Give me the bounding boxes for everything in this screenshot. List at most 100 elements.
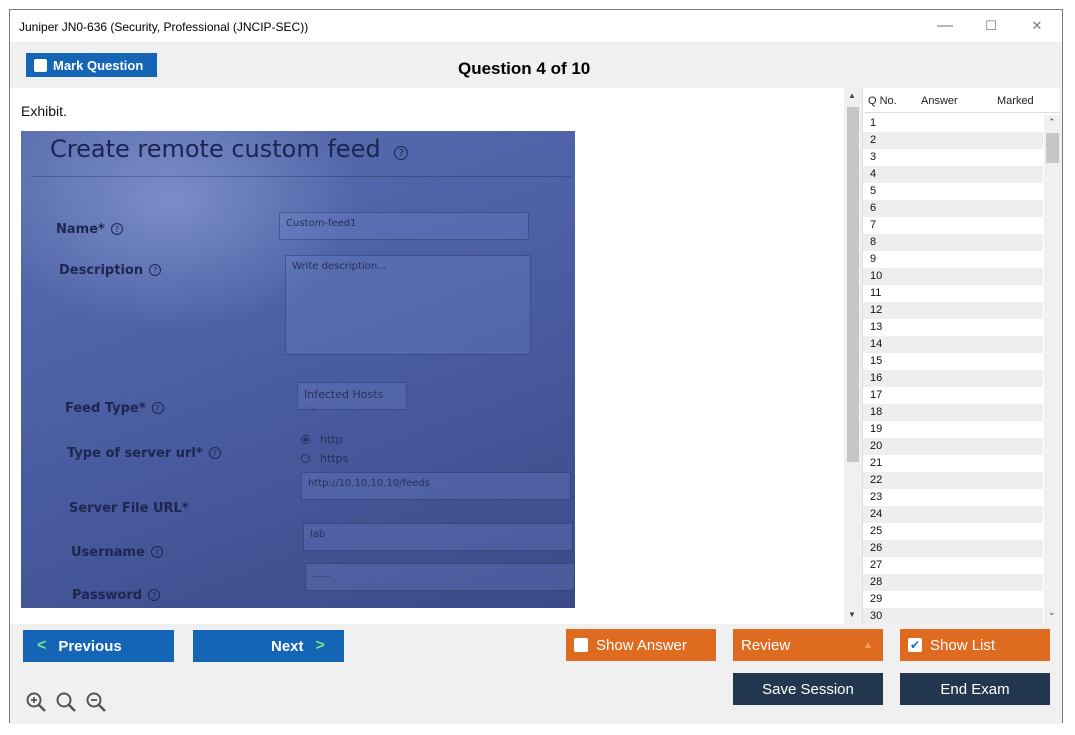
end-exam-button[interactable]: End Exam [900, 673, 1050, 705]
question-list-row[interactable]: 27 [863, 557, 1043, 574]
question-list-row[interactable]: 16 [863, 370, 1043, 387]
mark-question-label: Mark Question [53, 57, 144, 73]
photo-radio-http-label: http [320, 433, 343, 446]
exhibit-label: Exhibit. [21, 103, 67, 119]
question-list-scrollbar[interactable]: ⌃ ⌄ [1044, 115, 1061, 624]
exhibit-heading: Create remote custom feed ? [50, 135, 409, 163]
question-list-row[interactable]: 19 [863, 421, 1043, 438]
photo-description-label-text: Description [59, 263, 144, 278]
review-dropdown[interactable]: Review ▲ [733, 629, 883, 661]
photo-feed-type-select: Infected Hosts ⌵ [297, 382, 407, 414]
save-session-button[interactable]: Save Session [733, 673, 883, 705]
zoom-in-icon[interactable] [25, 691, 47, 719]
scroll-up-icon[interactable]: ▲ [848, 91, 856, 100]
content-scroll-thumb[interactable] [847, 107, 859, 462]
next-label: Next [271, 637, 304, 655]
question-list-row[interactable]: 11 [863, 285, 1043, 302]
help-icon: ? [148, 589, 161, 601]
previous-label: Previous [58, 637, 122, 655]
question-list-row[interactable]: 23 [863, 489, 1043, 506]
question-list-row[interactable]: 3 [863, 149, 1043, 166]
question-list-row[interactable]: 14 [863, 336, 1043, 353]
photo-username-label-text: Username [71, 545, 145, 560]
next-button[interactable]: Next > [193, 630, 344, 662]
zoom-out-icon[interactable] [85, 691, 107, 719]
question-list-row[interactable]: 12 [863, 302, 1043, 319]
question-list-row[interactable]: 21 [863, 455, 1043, 472]
question-list-row[interactable]: 24 [863, 506, 1043, 523]
column-answer[interactable]: Answer [921, 95, 958, 107]
question-list-row[interactable]: 15 [863, 353, 1043, 370]
question-list-row[interactable]: 29 [863, 591, 1043, 608]
photo-password-input: ...... [305, 563, 575, 591]
chevron-down-icon[interactable]: ⌄ [1048, 607, 1056, 618]
photo-url-type-label: Type of server url*? [67, 446, 221, 461]
question-list-panel: Q No. Answer Marked 1 2 3 4 5 6 7 8 9 10 11 12 13 14 1… [862, 88, 1061, 625]
dropdown-arrow-icon: ▲ [863, 639, 873, 651]
exhibit-heading-text: Create remote custom feed [50, 135, 381, 163]
question-header: Mark Question Question 4 of 10 [10, 42, 1062, 88]
show-answer-button[interactable]: Show Answer [566, 629, 716, 661]
help-icon: ? [149, 264, 162, 276]
scroll-down-icon[interactable]: ▼ [848, 610, 856, 619]
question-content: Exhibit. Create remote custom feed ? Nam… [10, 88, 844, 624]
question-list-header: Q No. Answer Marked [863, 88, 1060, 113]
question-list-row[interactable]: 1 [863, 115, 1043, 132]
close-button[interactable]: ✕ [1017, 14, 1057, 38]
photo-password-label-text: Password [72, 588, 143, 603]
question-list-row[interactable]: 8 [863, 234, 1043, 251]
question-list-row[interactable]: 10 [863, 268, 1043, 285]
photo-name-label-text: Name* [56, 222, 105, 237]
photo-password-label: Password? [72, 588, 161, 603]
exhibit-image: Create remote custom feed ? Name*? Custo… [21, 131, 575, 608]
question-list-row[interactable]: 4 [863, 166, 1043, 183]
zoom-reset-svg [56, 692, 76, 712]
column-qno[interactable]: Q No. [868, 95, 897, 107]
review-label: Review [741, 636, 791, 654]
photo-feed-type-value: Infected Hosts [304, 388, 384, 401]
chevron-down-icon: ⌵ [310, 401, 319, 414]
question-list-row[interactable]: 30 [863, 608, 1043, 625]
photo-url-type-label-text: Type of server url* [67, 446, 203, 461]
photo-name-label: Name*? [56, 222, 123, 237]
zoom-in-svg [26, 692, 46, 712]
maximize-button[interactable]: ☐ [971, 14, 1011, 38]
photo-feed-type-label-text: Feed Type* [65, 401, 146, 416]
content-scrollbar[interactable]: ▲ ▼ [844, 88, 862, 624]
photo-feed-type-label: Feed Type*? [65, 401, 164, 416]
photo-radio-https-label: https [320, 452, 349, 465]
photo-username-input: lab [303, 523, 573, 551]
question-list-row[interactable]: 25 [863, 523, 1043, 540]
show-list-label: Show List [930, 636, 996, 654]
show-list-checked-icon: ✔ [908, 638, 922, 652]
question-list-row[interactable]: 20 [863, 438, 1043, 455]
question-list-row[interactable]: 22 [863, 472, 1043, 489]
question-list-row[interactable]: 5 [863, 183, 1043, 200]
question-list-row[interactable]: 28 [863, 574, 1043, 591]
question-list-row[interactable]: 2 [863, 132, 1043, 149]
previous-button[interactable]: < Previous [23, 630, 174, 662]
minimize-button[interactable]: — [925, 14, 965, 38]
question-list-row[interactable]: 26 [863, 540, 1043, 557]
help-icon: ? [150, 546, 163, 558]
chevron-up-icon[interactable]: ⌃ [1048, 117, 1056, 128]
question-list-scroll-thumb[interactable] [1046, 133, 1059, 163]
show-list-button[interactable]: ✔ Show List [900, 629, 1050, 661]
photo-radio-http: http [301, 433, 343, 446]
question-list-row[interactable]: 17 [863, 387, 1043, 404]
column-marked[interactable]: Marked [997, 95, 1034, 107]
photo-server-url-input: http://10.10.10.10/feeds [301, 472, 571, 500]
question-list-row[interactable]: 13 [863, 319, 1043, 336]
footer-toolbar: < Previous Next > Show Answer Review ▲ ✔… [10, 624, 1062, 724]
mark-question-button[interactable]: Mark Question [26, 53, 157, 77]
zoom-reset-icon[interactable] [55, 691, 77, 719]
photo-username-label: Username? [71, 545, 163, 560]
zoom-out-svg [86, 692, 106, 712]
question-list-row[interactable]: 18 [863, 404, 1043, 421]
question-list-row[interactable]: 9 [863, 251, 1043, 268]
chevron-right-icon: > [315, 637, 325, 654]
question-list-row[interactable]: 7 [863, 217, 1043, 234]
photo-server-url-label: Server File URL* [69, 501, 189, 516]
question-list-row[interactable]: 6 [863, 200, 1043, 217]
title-bar: Juniper JN0-636 (Security, Professional … [10, 10, 1062, 42]
